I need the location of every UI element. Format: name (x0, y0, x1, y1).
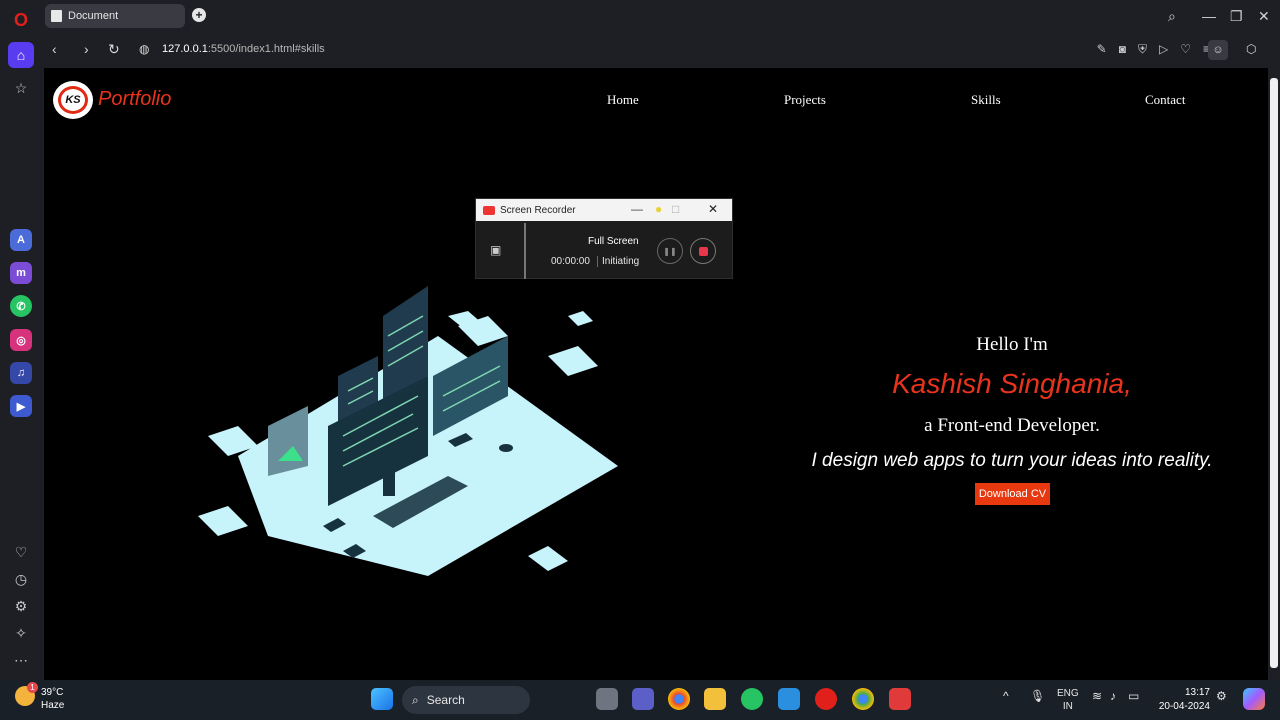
pause-button[interactable]: ❚❚ (657, 238, 683, 264)
minimize-icon[interactable]: — (1202, 8, 1216, 24)
forward-icon[interactable]: › (84, 41, 89, 57)
screen-recorder-taskbar-icon[interactable] (889, 688, 911, 710)
recorder-restore-icon[interactable]: □ (672, 202, 679, 216)
search-icon: ⌕ (412, 692, 419, 707)
whatsapp-taskbar-icon[interactable] (741, 688, 763, 710)
download-cv-button[interactable]: Download CV (975, 483, 1050, 505)
nav-projects[interactable]: Projects (784, 92, 826, 108)
aria-icon[interactable]: A (10, 229, 32, 251)
recorder-title: Screen Recorder (500, 204, 576, 216)
extensions-icon[interactable]: ⬡ (1246, 42, 1256, 56)
logo-text: KS (58, 86, 88, 114)
screen-recorder-window: Screen Recorder — ● □ ✕ ▣ Full Screen 00… (475, 198, 733, 279)
edit-icon[interactable]: ✎ (1097, 42, 1107, 57)
star-icon[interactable]: ☆ (9, 76, 33, 100)
brand-name[interactable]: Portfolio (98, 88, 171, 111)
music-icon[interactable]: ♫ (10, 362, 32, 384)
stop-icon (698, 246, 708, 256)
scrollbar-thumb[interactable] (1270, 78, 1278, 668)
ks-logo[interactable]: KS (53, 81, 93, 119)
lightbulb-icon[interactable]: ✧ (9, 621, 33, 645)
weather-desc: Haze (41, 700, 65, 711)
windows-taskbar: 1 39°C Haze ⌕ Search ^ 🎙 ENG IN ≋ ♪ ▭ 13… (0, 680, 1280, 720)
recorder-maximize-icon[interactable]: ● (655, 202, 662, 216)
tab-title: Document (68, 10, 119, 22)
video-camera-icon (483, 205, 495, 215)
developer-illustration (198, 286, 618, 576)
role-text: a Front-end Developer. (924, 415, 1100, 436)
recording-timer: 00:00:00 (551, 256, 590, 267)
folder-icon[interactable]: ▣ (490, 243, 501, 257)
tagline-text: I design web apps to turn your ideas int… (811, 450, 1213, 471)
file-explorer-icon[interactable] (704, 688, 726, 710)
taskbar-search[interactable]: ⌕ Search (402, 686, 530, 714)
more-icon[interactable]: ⋯ (9, 648, 33, 672)
recorder-close-icon[interactable]: ✕ (708, 202, 718, 216)
page-viewport: KS Portfolio Home Projects Skills Contac… (44, 68, 1268, 680)
tray-chevron-icon[interactable]: ^ (1003, 689, 1009, 703)
capture-mode[interactable]: Full Screen (588, 236, 639, 247)
weather-widget[interactable]: 1 39°C Haze (15, 682, 65, 712)
camera-icon[interactable]: ◙ (1119, 42, 1126, 57)
hello-text: Hello I'm (976, 334, 1048, 355)
weather-badge: 1 (27, 682, 38, 693)
history-icon[interactable]: ◷ (9, 567, 33, 591)
reload-icon[interactable]: ↻ (108, 41, 120, 58)
recorder-minimize-icon[interactable]: — (631, 202, 643, 216)
vscode-icon[interactable] (778, 688, 800, 710)
player-icon[interactable]: ▶ (10, 395, 32, 417)
instagram-icon[interactable]: ◎ (10, 329, 32, 351)
chrome-profile-icon[interactable] (852, 688, 874, 710)
address-bar: ‹ › ↻ ◍ 127.0.0.1:5500/index1.html#skill… (42, 34, 1280, 66)
tab-document[interactable]: Document (45, 4, 185, 28)
document-icon (51, 10, 62, 22)
opera-sidebar: O ⌂ ☆ A m ✆ ◎ ♫ ▶ ♡ ◷ ⚙ ✧ ⋯ (0, 0, 42, 680)
name-heading: Kashish Singhania, (892, 368, 1132, 399)
messenger-icon[interactable]: m (10, 262, 32, 284)
settings-icon[interactable]: ⚙ (9, 594, 33, 618)
wifi-icon[interactable]: ≋ (1092, 689, 1102, 703)
microphone-icon[interactable]: 🎙 (1030, 689, 1045, 703)
task-view-icon[interactable] (596, 688, 618, 710)
search-label: Search (426, 693, 465, 707)
tab-strip: Document + ⌕ — ❐ ✕ (42, 0, 1280, 32)
nav-home[interactable]: Home (607, 92, 639, 108)
nav-skills[interactable]: Skills (971, 92, 1001, 108)
language-indicator[interactable]: ENG IN (1057, 687, 1079, 713)
profile-icon[interactable]: ☺ (1208, 40, 1228, 60)
recording-status: Initiating (597, 256, 639, 267)
copilot-icon[interactable] (1243, 688, 1265, 710)
search-tabs-icon[interactable]: ⌕ (1168, 8, 1176, 25)
restore-icon[interactable]: ❐ (1230, 8, 1243, 25)
opera-logo-icon[interactable]: O (9, 8, 33, 32)
recorder-divider (524, 223, 526, 279)
weather-sun-icon: 1 (15, 682, 38, 706)
taskbar-clock[interactable]: 13:17 20-04-2024 (1159, 686, 1210, 714)
chrome-icon[interactable] (668, 688, 690, 710)
url-field[interactable]: 127.0.0.1:5500/index1.html#skills (162, 43, 325, 55)
recorder-titlebar[interactable]: Screen Recorder (476, 199, 732, 221)
heart-icon[interactable]: ♡ (9, 540, 33, 564)
globe-icon: ◍ (139, 42, 150, 56)
weather-temp: 39°C (41, 687, 64, 698)
heart-outline-icon[interactable]: ♡ (1180, 42, 1191, 57)
shield-icon[interactable]: ⛨ (1138, 42, 1147, 57)
notification-icon[interactable]: ⚙ (1216, 689, 1227, 703)
address-actions: ✎ ◙ ⛨ ▷ ♡ ≡ (1097, 42, 1210, 57)
volume-icon[interactable]: ♪ (1110, 689, 1116, 703)
windows-start-icon[interactable] (371, 688, 393, 710)
home-icon[interactable]: ⌂ (8, 42, 34, 68)
whatsapp-icon[interactable]: ✆ (10, 295, 32, 317)
teams-icon[interactable] (632, 688, 654, 710)
opera-taskbar-icon[interactable] (815, 688, 837, 710)
close-window-icon[interactable]: ✕ (1258, 8, 1270, 25)
back-icon[interactable]: ‹ (52, 41, 57, 57)
send-icon[interactable]: ▷ (1159, 42, 1168, 57)
battery-icon[interactable]: ▭ (1128, 689, 1139, 703)
nav-contact[interactable]: Contact (1145, 92, 1185, 108)
stop-button[interactable] (690, 238, 716, 264)
new-tab-button[interactable]: + (192, 8, 206, 22)
